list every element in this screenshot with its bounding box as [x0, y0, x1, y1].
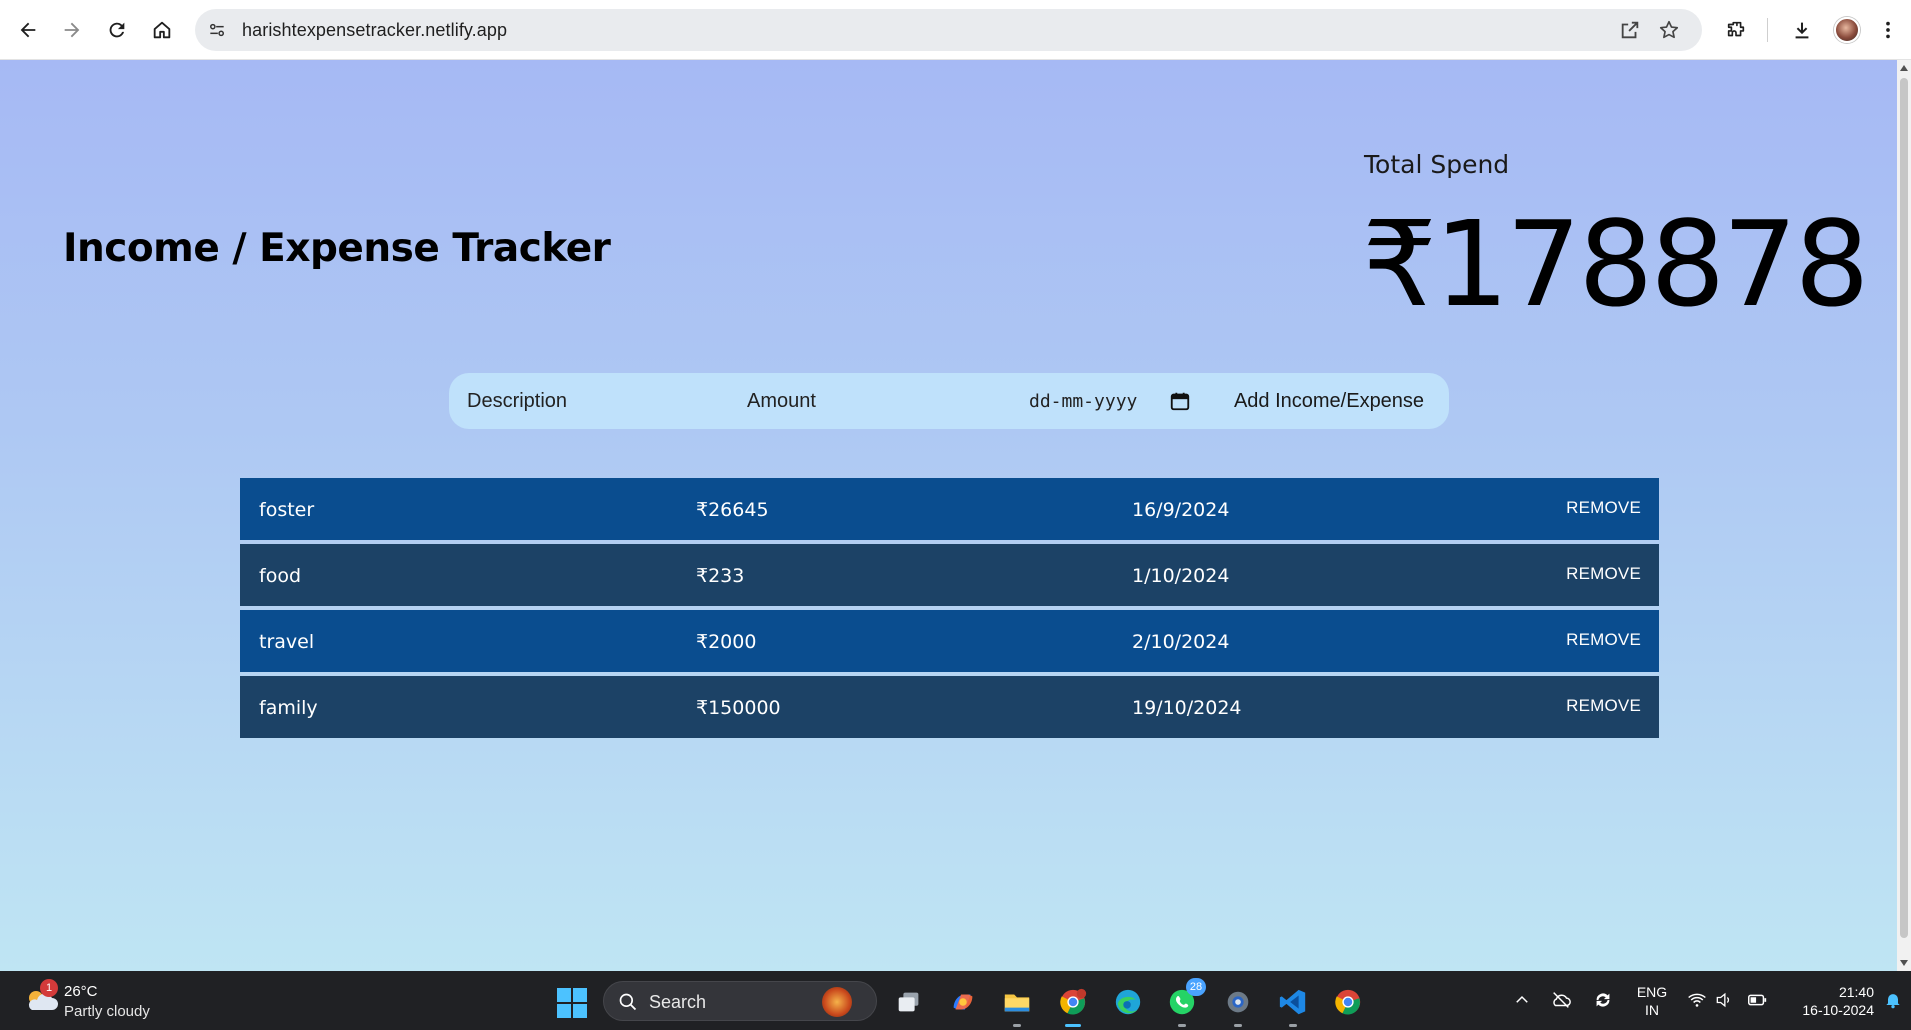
clock-date: 16-10-2024	[1802, 1002, 1874, 1018]
remove-button[interactable]: REMOVE	[1566, 498, 1641, 518]
entry-form: dd-mm-yyyy Add Income/Expense	[449, 373, 1449, 429]
weather-condition: Partly cloudy	[64, 1003, 150, 1020]
system-clock[interactable]: 21:40 16-10-2024	[1780, 983, 1874, 1019]
total-spend-label: Total Spend	[1364, 150, 1510, 179]
chevron-up-icon[interactable]	[1509, 987, 1535, 1013]
transaction-description: family	[259, 697, 318, 719]
extensions-icon[interactable]	[1720, 14, 1752, 46]
start-button[interactable]	[557, 988, 587, 1018]
page-title: Income / Expense Tracker	[63, 226, 611, 271]
toolbar-divider	[1767, 18, 1768, 42]
settings-icon[interactable]	[1220, 984, 1256, 1027]
remove-button[interactable]: REMOVE	[1566, 564, 1641, 584]
clock-time: 21:40	[1838, 984, 1874, 1000]
task-view-icon[interactable]	[891, 984, 927, 1020]
add-income-expense-button[interactable]: Add Income/Expense	[1221, 381, 1437, 421]
battery-icon[interactable]	[1744, 987, 1770, 1013]
open-in-app-icon[interactable]	[1618, 18, 1642, 42]
whatsapp-icon[interactable]: 28	[1164, 978, 1206, 1027]
transaction-amount: ₹150000	[696, 697, 781, 719]
transaction-row: family ₹150000 19/10/2024 REMOVE	[240, 676, 1659, 738]
transaction-list: foster ₹26645 16/9/2024 REMOVE food ₹233…	[240, 478, 1659, 742]
weather-widget[interactable]: 1 26°C Partly cloudy	[20, 979, 180, 1023]
scroll-up-arrow[interactable]	[1900, 65, 1908, 71]
transaction-date: 2/10/2024	[1132, 631, 1230, 653]
total-spend-amount: ₹178878	[1362, 195, 1870, 333]
speaker-icon[interactable]	[1711, 987, 1737, 1013]
remove-button[interactable]: REMOVE	[1566, 696, 1641, 716]
weather-alert-badge: 1	[40, 979, 58, 997]
transaction-date: 1/10/2024	[1132, 565, 1230, 587]
chrome-profile-icon[interactable]	[1055, 984, 1091, 1027]
running-indicator	[1289, 1024, 1297, 1027]
transaction-amount: ₹233	[696, 565, 745, 587]
notification-bell-icon[interactable]	[1880, 987, 1906, 1013]
description-input[interactable]	[467, 381, 727, 421]
transaction-description: foster	[259, 499, 315, 521]
running-indicator	[1234, 1024, 1242, 1027]
date-placeholder: dd-mm-yyyy	[1029, 391, 1138, 412]
file-explorer-icon[interactable]	[999, 984, 1035, 1027]
vscode-icon[interactable]	[1275, 984, 1311, 1027]
transaction-date: 19/10/2024	[1132, 697, 1242, 719]
wifi-icon[interactable]	[1684, 987, 1710, 1013]
vertical-scrollbar[interactable]	[1897, 60, 1911, 971]
copilot-icon[interactable]	[945, 984, 981, 1020]
transaction-description: travel	[259, 631, 315, 653]
windows-taskbar: 1 26°C Partly cloudy Search 28 ENG IN 21…	[0, 971, 1911, 1030]
transaction-row: foster ₹26645 16/9/2024 REMOVE	[240, 478, 1659, 540]
edge-icon[interactable]	[1110, 984, 1146, 1020]
active-indicator	[1065, 1024, 1081, 1027]
taskbar-search[interactable]: Search	[603, 981, 877, 1021]
transaction-date: 16/9/2024	[1132, 499, 1230, 521]
date-input[interactable]: dd-mm-yyyy	[1029, 381, 1229, 421]
home-icon[interactable]	[146, 14, 178, 46]
url-text[interactable]: harishtexpensetracker.netlify.app	[242, 20, 507, 41]
language-code: ENG	[1636, 984, 1668, 1000]
remove-button[interactable]: REMOVE	[1566, 630, 1641, 650]
chrome-icon[interactable]	[1330, 984, 1366, 1020]
language-region: IN	[1645, 1002, 1659, 1018]
address-bar[interactable]: harishtexpensetracker.netlify.app	[195, 9, 1702, 51]
transaction-description: food	[259, 565, 301, 587]
download-icon[interactable]	[1786, 14, 1818, 46]
scroll-down-arrow[interactable]	[1900, 960, 1908, 966]
forward-arrow-icon[interactable]	[56, 14, 88, 46]
site-info-icon[interactable]	[205, 18, 229, 42]
whatsapp-unread-badge: 28	[1186, 978, 1206, 996]
menu-kebab-icon[interactable]	[1876, 14, 1900, 46]
reload-icon[interactable]	[101, 14, 133, 46]
page-content: Income / Expense Tracker Total Spend ₹17…	[0, 60, 1897, 971]
search-icon	[619, 993, 637, 1011]
transaction-amount: ₹2000	[696, 631, 757, 653]
onedrive-icon[interactable]	[1548, 987, 1574, 1013]
weather-temperature: 26°C	[64, 983, 98, 1000]
bookmark-star-icon[interactable]	[1657, 18, 1681, 42]
calendar-icon[interactable]	[1169, 390, 1191, 412]
language-indicator[interactable]: ENG IN	[1634, 983, 1670, 1019]
back-arrow-icon[interactable]	[12, 14, 44, 46]
scrollbar-thumb[interactable]	[1900, 78, 1908, 938]
transaction-row: food ₹233 1/10/2024 REMOVE	[240, 544, 1659, 606]
sync-icon[interactable]	[1590, 987, 1616, 1013]
profile-avatar[interactable]	[1831, 14, 1863, 46]
windows-logo-tile	[557, 988, 571, 1002]
running-indicator	[1013, 1024, 1021, 1027]
transaction-amount: ₹26645	[696, 499, 769, 521]
browser-toolbar: harishtexpensetracker.netlify.app	[0, 0, 1911, 60]
search-label: Search	[649, 992, 707, 1012]
search-highlight-icon	[822, 987, 852, 1017]
windows-logo-tile	[573, 988, 587, 1002]
transaction-row: travel ₹2000 2/10/2024 REMOVE	[240, 610, 1659, 672]
windows-logo-tile	[573, 1004, 587, 1018]
windows-logo-tile	[557, 1004, 571, 1018]
running-indicator	[1178, 1024, 1186, 1027]
amount-input[interactable]	[747, 381, 1007, 421]
